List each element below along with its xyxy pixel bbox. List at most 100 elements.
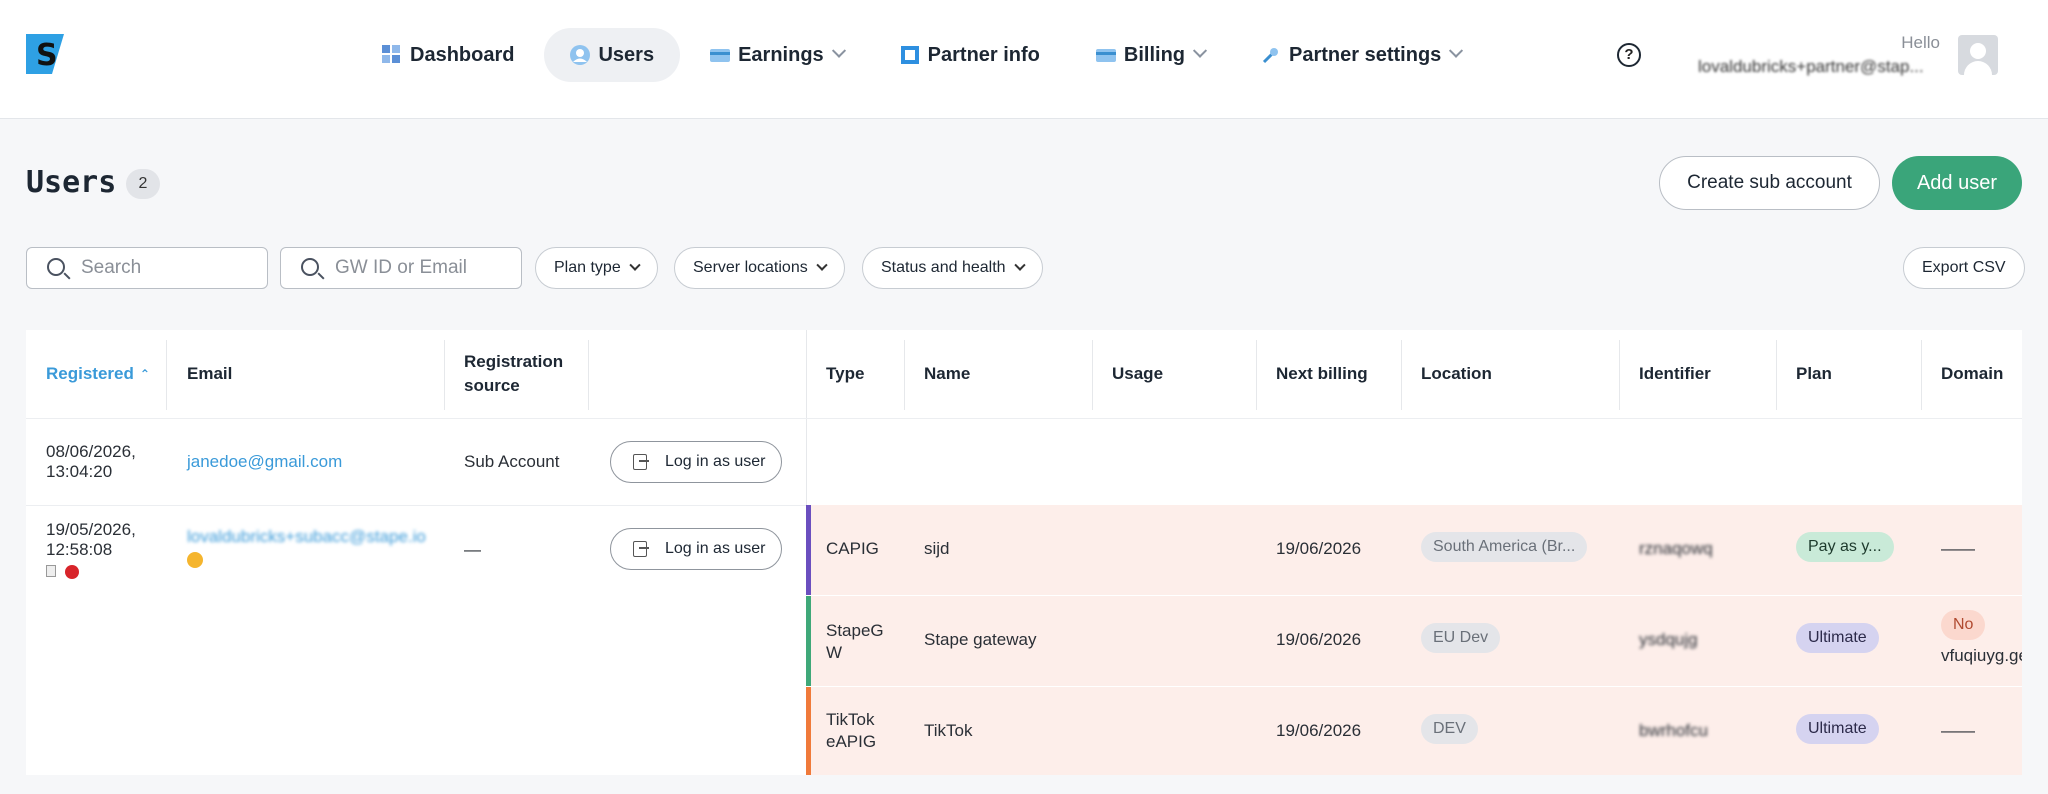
next-billing: 19/06/2026 (1276, 721, 1362, 740)
registered-cell: 19/05/2026, 12:58:08 (46, 520, 136, 582)
location-badge: South America (Br... (1421, 532, 1588, 562)
domain: vfuqiuyg.ge (1941, 646, 2022, 665)
column-registration-source-label: Registration (464, 352, 564, 371)
next-billing: 19/06/2026 (1276, 539, 1362, 558)
column-usage: Usage (1112, 364, 1164, 383)
top-bar: S Dashboard Users Earnings Partner info … (0, 0, 2048, 119)
square-icon (900, 45, 920, 65)
gw-id-email-input[interactable]: GW ID or Email (280, 247, 522, 289)
search-placeholder: Search (81, 257, 142, 278)
create-sub-account-button[interactable]: Create sub account (1659, 156, 1880, 210)
chevron-down-icon (816, 259, 828, 271)
log-in-icon (633, 541, 649, 557)
search-input[interactable]: Search (26, 247, 268, 289)
column-registered[interactable]: Registered ⌃ (26, 330, 150, 418)
column-registration-source-label-2: source (464, 376, 520, 395)
search-icon (301, 258, 319, 276)
status-red-dot-icon (64, 565, 79, 579)
email-link[interactable]: lovaldubricks+subacc@stape.io (187, 527, 427, 547)
chevron-down-icon (831, 43, 846, 58)
nav-earnings[interactable]: Earnings (684, 28, 870, 82)
column-next-billing: Next billing (1276, 364, 1368, 383)
export-csv-button[interactable]: Export CSV (1903, 247, 2025, 289)
page-title: Users (26, 165, 117, 200)
next-billing: 19/06/2026 (1276, 630, 1362, 649)
help-icon[interactable]: ? (1617, 43, 1641, 67)
service-color-bar (806, 687, 811, 775)
nav-earnings-label: Earnings (738, 43, 824, 66)
avatar[interactable] (1958, 35, 1998, 75)
registered-cell: 08/06/2026, 13:04:20 (46, 442, 136, 482)
plan-type-dropdown[interactable]: Plan type (535, 247, 658, 289)
service-color-bar (806, 505, 811, 595)
nav-partner-settings-label: Partner settings (1289, 43, 1442, 66)
registered-time: 12:58:08 (46, 540, 113, 559)
emoji-icon (187, 552, 203, 568)
service-type-line-1: StapeG (826, 621, 884, 640)
identifier: ysdqujg (1639, 630, 1698, 649)
services-table: Type Name Usage Next billing Location Id… (806, 330, 2022, 775)
calendar-icon (46, 565, 56, 577)
domain: —— (1941, 539, 1975, 558)
service-type-line-1: TikTok (826, 710, 875, 729)
status-health-dropdown[interactable]: Status and health (862, 247, 1043, 289)
nav-dashboard[interactable]: Dashboard (356, 28, 540, 82)
column-identifier: Identifier (1639, 364, 1711, 383)
service-type-line-2: eAPIG (826, 732, 877, 751)
service-name: sijd (924, 539, 950, 558)
status-health-label: Status and health (881, 259, 1006, 276)
nav-users-label: Users (598, 43, 655, 66)
table-row[interactable]: StapeG W Stape gateway 19/06/2026 EU Dev… (806, 596, 2022, 686)
stape-logo[interactable]: S (26, 34, 64, 74)
email-link[interactable]: janedoe@gmail.com (187, 452, 342, 472)
log-in-label: Log in as user (665, 453, 766, 470)
nav-billing[interactable]: Billing (1070, 28, 1231, 82)
users-table: Registered ⌃ Email Registration source 0… (26, 330, 806, 775)
plan-type-label: Plan type (554, 259, 621, 276)
sort-asc-icon: ⌃ (139, 367, 150, 381)
card-icon (710, 45, 731, 65)
registered-time: 13:04:20 (46, 462, 113, 481)
add-user-button[interactable]: Add user (1892, 156, 2022, 210)
domain: —— (1941, 721, 1975, 740)
service-name: TikTok (924, 721, 973, 740)
table-row[interactable]: TikTok eAPIG TikTok 19/06/2026 DEV bwrho… (806, 687, 2022, 775)
column-name: Name (924, 364, 971, 383)
location-badge: EU Dev (1421, 623, 1501, 653)
nav-partner-info-label: Partner info (927, 43, 1040, 66)
table-row[interactable]: CAPIG sijd 19/06/2026 South America (Br.… (806, 505, 2022, 595)
registered-date: 19/05/2026, (46, 520, 136, 539)
search-icon (47, 258, 65, 276)
chevron-down-icon (629, 259, 641, 271)
main-nav: Dashboard Users Earnings Partner info Bi… (356, 28, 1491, 82)
identifier: bwrhofcu (1639, 721, 1708, 740)
server-locations-label: Server locations (693, 259, 808, 276)
nav-partner-settings[interactable]: Partner settings (1235, 28, 1487, 82)
greeting: Hello (1901, 33, 1940, 52)
user-email: lovaldubricks+partner@stap... (1698, 57, 1924, 76)
plan-badge: Pay as y... (1796, 532, 1894, 562)
column-registration-source: Registration source (444, 330, 563, 418)
location-badge: DEV (1421, 714, 1478, 744)
chevron-down-icon (1449, 43, 1464, 58)
dashboard-icon (382, 45, 402, 65)
nav-billing-label: Billing (1123, 43, 1186, 66)
log-in-icon (633, 454, 649, 470)
user-icon (570, 45, 591, 65)
service-name: Stape gateway (924, 630, 1037, 649)
log-in-as-user-button[interactable]: Log in as user (610, 528, 782, 570)
plan-badge: Ultimate (1796, 714, 1879, 744)
column-location: Location (1421, 364, 1492, 383)
log-in-as-user-button[interactable]: Log in as user (610, 441, 782, 483)
nav-users[interactable]: Users (544, 28, 681, 82)
plan-badge: Ultimate (1796, 623, 1879, 653)
nav-partner-info[interactable]: Partner info (874, 28, 1066, 82)
column-email: Email (187, 364, 233, 383)
chevron-down-icon (1013, 259, 1026, 271)
registration-source: Sub Account (464, 452, 560, 471)
registration-source: — (464, 540, 481, 559)
registered-date: 08/06/2026, (46, 442, 136, 461)
server-locations-dropdown[interactable]: Server locations (674, 247, 845, 289)
service-type: StapeG W (826, 620, 884, 664)
log-in-label: Log in as user (665, 540, 766, 557)
